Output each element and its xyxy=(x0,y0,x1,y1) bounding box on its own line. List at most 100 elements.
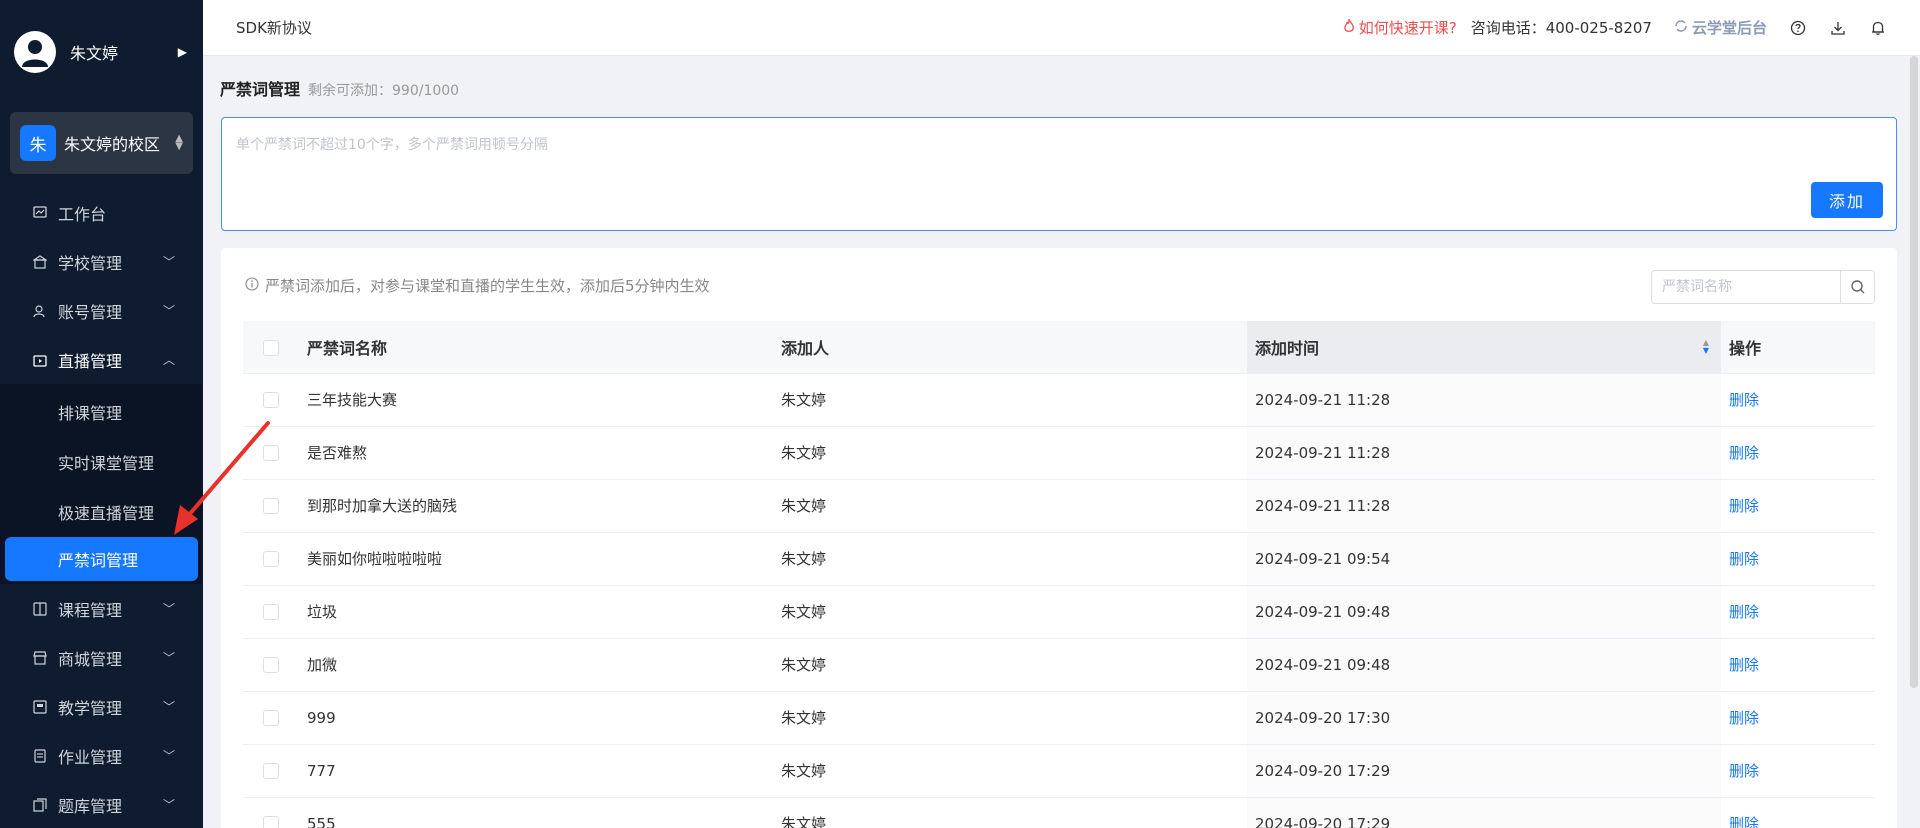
delete-link[interactable]: 删除 xyxy=(1729,656,1759,674)
table-row: 加微 朱文婷 2024-09-21 09:48 删除 xyxy=(243,638,1875,692)
live-submenu: 排课管理 实时课堂管理 极速直播管理 严禁词管理 xyxy=(0,384,203,584)
user-profile[interactable]: 朱文婷 ▶ xyxy=(0,0,203,104)
row-checkbox[interactable] xyxy=(263,551,279,567)
help-icon[interactable] xyxy=(1789,19,1807,37)
sidebar-subitem-banned-words[interactable]: 严禁词管理 xyxy=(5,537,198,581)
sidebar-item-label: 作业管理 xyxy=(58,747,123,767)
sidebar-menu: 工作台 学校管理 ﹀ 账号管理 ﹀ 直播管理 ︿ xyxy=(0,188,203,384)
sidebar-item-label: 课程管理 xyxy=(58,600,123,620)
switch-icon[interactable]: ▲ ▼ xyxy=(175,134,183,152)
caret-right-icon[interactable]: ▶ xyxy=(178,45,187,59)
row-checkbox[interactable] xyxy=(263,604,279,620)
cell-name: 三年技能大赛 xyxy=(299,373,773,427)
banned-word-input[interactable] xyxy=(222,118,1896,230)
sidebar-subitem-realtime-class[interactable]: 实时课堂管理 xyxy=(0,437,203,487)
sidebar-item-course[interactable]: 课程管理 ﹀ xyxy=(0,584,203,633)
sidebar-item-school[interactable]: 学校管理 ﹀ xyxy=(0,237,203,286)
cell-user: 朱文婷 xyxy=(773,585,1247,639)
sidebar-item-account[interactable]: 账号管理 ﹀ xyxy=(0,286,203,335)
campus-switcher[interactable]: 朱 朱文婷的校区 ▲ ▼ xyxy=(10,112,193,174)
page-scrollbar[interactable] xyxy=(1910,56,1918,688)
delete-link[interactable]: 删除 xyxy=(1729,497,1759,515)
delete-link[interactable]: 删除 xyxy=(1729,709,1759,727)
sidebar-menu-lower: 课程管理 ﹀ 商城管理 ﹀ 教学管理 ﹀ 作业管理 ﹀ 题库管理 ﹀ xyxy=(0,584,203,828)
cell-action: 删除 xyxy=(1721,638,1875,692)
cell-action: 删除 xyxy=(1721,373,1875,427)
row-checkbox[interactable] xyxy=(263,392,279,408)
cell-user: 朱文婷 xyxy=(773,426,1247,480)
banned-words-table-card: 严禁词添加后，对参与课堂和直播的学生生效，添加后5分钟内生效 严禁词名称 添加人… xyxy=(221,248,1897,828)
account-icon xyxy=(32,303,48,319)
table-row: 777 朱文婷 2024-09-20 17:29 删除 xyxy=(243,744,1875,798)
row-check-cell xyxy=(243,797,299,828)
sidebar-item-store[interactable]: 商城管理 ﹀ xyxy=(0,633,203,682)
row-checkbox[interactable] xyxy=(263,445,279,461)
cloud-admin-label: 云学堂后台 xyxy=(1691,19,1767,37)
cell-user: 朱文婷 xyxy=(773,373,1247,427)
download-icon[interactable] xyxy=(1829,19,1847,37)
sidebar-item-teaching[interactable]: 教学管理 ﹀ xyxy=(0,682,203,731)
sdk-protocol-link[interactable]: SDK新协议 xyxy=(236,17,312,38)
delete-link[interactable]: 删除 xyxy=(1729,444,1759,462)
campus-badge: 朱 xyxy=(20,125,56,161)
row-checkbox[interactable] xyxy=(263,816,279,828)
header-user: 添加人 xyxy=(773,321,1247,374)
cell-user: 朱文婷 xyxy=(773,638,1247,692)
row-checkbox[interactable] xyxy=(263,763,279,779)
header-time[interactable]: 添加时间 ▲ ▼ xyxy=(1247,321,1721,374)
search-button[interactable] xyxy=(1840,271,1874,303)
quick-start-link[interactable]: 如何快速开课? xyxy=(1343,17,1457,38)
cell-action: 删除 xyxy=(1721,479,1875,533)
chevron-down-icon: ﹀ xyxy=(162,651,175,665)
cell-time: 2024-09-20 17:29 xyxy=(1247,744,1721,798)
sidebar-item-label: 账号管理 xyxy=(58,302,123,322)
chevron-down-icon: ﹀ xyxy=(162,798,175,812)
sidebar-item-dashboard[interactable]: 工作台 xyxy=(0,188,203,237)
bell-icon[interactable] xyxy=(1869,19,1887,37)
avatar xyxy=(14,31,56,73)
delete-link[interactable]: 删除 xyxy=(1729,391,1759,409)
table-header-row: 严禁词名称 添加人 添加时间 ▲ ▼ 操作 xyxy=(243,321,1875,374)
cell-name: 999 xyxy=(299,691,773,745)
flame-icon xyxy=(1343,17,1355,37)
cell-time: 2024-09-21 11:28 xyxy=(1247,426,1721,480)
banned-words-table: 严禁词名称 添加人 添加时间 ▲ ▼ 操作 三年技能大赛 朱文婷 2024-09-21… xyxy=(243,321,1875,828)
cloud-admin-link[interactable]: 云学堂后台 xyxy=(1674,17,1767,38)
row-check-cell xyxy=(243,479,299,533)
delete-link[interactable]: 删除 xyxy=(1729,815,1759,828)
delete-link[interactable]: 删除 xyxy=(1729,603,1759,621)
quick-start-label: 如何快速开课? xyxy=(1358,19,1457,37)
row-checkbox[interactable] xyxy=(263,657,279,673)
cell-name: 垃圾 xyxy=(299,585,773,639)
school-icon xyxy=(32,254,48,270)
header-action: 操作 xyxy=(1721,321,1875,374)
table-row: 到那时加拿大送的脑残 朱文婷 2024-09-21 11:28 删除 xyxy=(243,479,1875,533)
cell-user: 朱文婷 xyxy=(773,797,1247,828)
row-checkbox[interactable] xyxy=(263,710,279,726)
cell-name: 美丽如你啦啦啦啦啦 xyxy=(299,532,773,586)
sidebar-item-live[interactable]: 直播管理 ︿ xyxy=(0,335,203,384)
sidebar-item-homework[interactable]: 作业管理 ﹀ xyxy=(0,731,203,780)
banned-word-input-card: 添加 xyxy=(221,117,1897,231)
search-input[interactable] xyxy=(1652,271,1840,303)
sidebar-subitem-schedule[interactable]: 排课管理 xyxy=(0,387,203,437)
info-icon xyxy=(245,276,259,295)
table-row: 美丽如你啦啦啦啦啦 朱文婷 2024-09-21 09:54 删除 xyxy=(243,532,1875,586)
live-icon xyxy=(32,352,48,368)
homework-icon xyxy=(32,748,48,764)
cell-time: 2024-09-21 09:48 xyxy=(1247,638,1721,692)
add-button[interactable]: 添加 xyxy=(1811,182,1883,218)
sidebar-item-label: 直播管理 xyxy=(58,351,123,371)
cell-action: 删除 xyxy=(1721,744,1875,798)
sort-icon[interactable]: ▲ ▼ xyxy=(1703,338,1713,355)
chevron-down-icon: ﹀ xyxy=(162,304,175,318)
select-all-checkbox[interactable] xyxy=(263,339,279,356)
sidebar-subitem-fast-live[interactable]: 极速直播管理 xyxy=(0,487,203,537)
info-tip-text: 严禁词添加后，对参与课堂和直播的学生生效，添加后5分钟内生效 xyxy=(265,277,710,295)
delete-link[interactable]: 删除 xyxy=(1729,762,1759,780)
search-icon xyxy=(1850,280,1864,294)
sidebar-item-question-bank[interactable]: 题库管理 ﹀ xyxy=(0,780,203,828)
delete-link[interactable]: 删除 xyxy=(1729,550,1759,568)
row-checkbox[interactable] xyxy=(263,498,279,514)
sidebar-item-label: 商城管理 xyxy=(58,649,123,669)
